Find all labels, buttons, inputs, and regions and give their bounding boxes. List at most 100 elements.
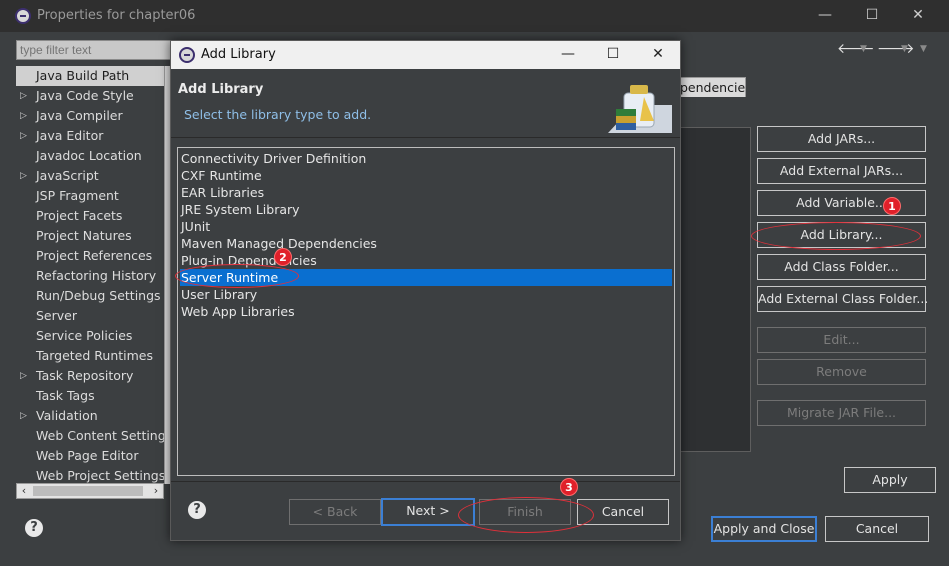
dialog-titlebar: Add Library — ☐ ✕ <box>171 41 680 69</box>
close-icon[interactable]: ✕ <box>903 5 933 25</box>
nav-item-label: Web Page Editor <box>36 448 139 463</box>
nav-item-label: Java Code Style <box>36 88 134 103</box>
add-jars-button[interactable]: Add JARs... <box>757 126 926 152</box>
nav-item[interactable]: ▷ Java Editor <box>16 126 166 146</box>
nav-item-label: Project Natures <box>36 228 132 243</box>
scroll-right-icon[interactable]: › <box>149 484 163 498</box>
library-list-item[interactable]: Connectivity Driver Definition <box>180 150 672 167</box>
nav-item[interactable]: ▷ Validation <box>16 406 166 426</box>
nav-item-label: Server <box>36 308 77 323</box>
nav-item-label: Project References <box>36 248 153 263</box>
nav-item-label: Targeted Runtimes <box>36 348 153 363</box>
properties-title: Properties for chapter06 <box>37 8 196 23</box>
dialog-subtitle: Select the library type to add. <box>184 107 372 122</box>
nav-item-label: Web Project Settings <box>36 468 166 483</box>
expand-arrow-icon[interactable]: ▷ <box>20 366 27 386</box>
dialog-close-icon[interactable]: ✕ <box>643 46 673 62</box>
scroll-left-icon[interactable]: ‹ <box>17 484 31 498</box>
forward-dropdown-icon[interactable]: ▼ <box>901 44 908 54</box>
expand-arrow-icon[interactable]: ▷ <box>20 406 27 426</box>
nav-item[interactable]: ▷ JavaScript <box>16 166 166 186</box>
jars-list[interactable] <box>680 127 751 452</box>
properties-titlebar: Properties for chapter06 — ☐ ✕ <box>0 0 949 32</box>
nav-item-label: Java Compiler <box>36 108 123 123</box>
migrate-jar-button[interactable]: Migrate JAR File... <box>757 400 926 426</box>
library-list-item[interactable]: CXF Runtime <box>180 167 672 184</box>
dialog-maximize-icon[interactable]: ☐ <box>598 46 628 62</box>
nav-item[interactable]: Web Project Settings <box>16 466 166 484</box>
add-external-jars-button[interactable]: Add External JARs... <box>757 158 926 184</box>
nav-item-label: Java Editor <box>36 128 104 143</box>
library-list-item[interactable]: JRE System Library <box>180 201 672 218</box>
nav-item[interactable]: Web Page Editor <box>16 446 166 466</box>
library-list-item[interactable]: JUnit <box>180 218 672 235</box>
minimize-icon[interactable]: — <box>810 5 840 25</box>
nav-item-label: Run/Debug Settings <box>36 288 161 303</box>
nav-item-label: Task Repository <box>36 368 134 383</box>
nav-item[interactable]: ▷ Java Compiler <box>16 106 166 126</box>
nav-item-label: Task Tags <box>36 388 95 403</box>
dialog-heading: Add Library <box>178 82 264 97</box>
expand-arrow-icon[interactable]: ▷ <box>20 166 27 186</box>
dialog-divider <box>171 481 680 482</box>
library-type-list[interactable]: Connectivity Driver Definition CXF Runtim… <box>177 147 675 476</box>
add-external-class-folder-button[interactable]: Add External Class Folder... <box>757 286 928 312</box>
nav-item[interactable]: Run/Debug Settings <box>16 286 166 306</box>
outer-cancel-button[interactable]: Cancel <box>825 516 929 542</box>
scroll-thumb[interactable] <box>33 486 143 496</box>
expand-arrow-icon[interactable]: ▷ <box>20 126 27 146</box>
annotation-badge-3: 3 <box>560 478 578 496</box>
nav-item[interactable]: Web Content Settings <box>16 426 166 446</box>
nav-item[interactable]: Project Natures <box>16 226 166 246</box>
nav-item[interactable]: Javadoc Location <box>16 146 166 166</box>
forward-nav-icon[interactable]: 🡒 <box>877 40 915 57</box>
expand-arrow-icon[interactable]: ▷ <box>20 106 27 126</box>
add-class-folder-button[interactable]: Add Class Folder... <box>757 254 926 280</box>
library-list-item[interactable]: EAR Libraries <box>180 184 672 201</box>
help-icon[interactable]: ? <box>25 519 43 537</box>
nav-item-label: JavaScript <box>36 168 99 183</box>
nav-item[interactable]: Project Facets <box>16 206 166 226</box>
nav-item[interactable]: Java Build Path <box>16 66 166 86</box>
edit-button[interactable]: Edit... <box>757 327 926 353</box>
expand-arrow-icon[interactable]: ▷ <box>20 86 27 106</box>
back-dropdown-icon[interactable]: ▼ <box>860 44 867 54</box>
back-nav-icon[interactable]: 🡐 <box>837 40 875 57</box>
nav-item[interactable]: ▷ Java Code Style <box>16 86 166 106</box>
library-list-item[interactable]: Web App Libraries <box>180 303 672 320</box>
dialog-header: Add Library Select the library type to a… <box>171 69 680 138</box>
eclipse-icon <box>179 47 195 63</box>
add-library-dialog: Add Library — ☐ ✕ Add Library Select the… <box>170 40 681 541</box>
nav-horizontal-scrollbar[interactable]: ‹ › <box>16 483 164 499</box>
library-list-item[interactable]: User Library <box>180 286 672 303</box>
view-menu-icon[interactable]: ▼ <box>920 44 927 54</box>
nav-item[interactable]: JSP Fragment <box>16 186 166 206</box>
nav-item-label: Refactoring History <box>36 268 157 283</box>
back-button[interactable]: < Back <box>289 499 381 525</box>
nav-item[interactable]: Refactoring History <box>16 266 166 286</box>
annotation-badge-1: 1 <box>883 197 901 215</box>
nav-item-label: Java Build Path <box>36 68 130 83</box>
nav-item[interactable]: Project References <box>16 246 166 266</box>
library-list-item[interactable]: Maven Managed Dependencies <box>180 235 672 252</box>
nav-item-label: Web Content Settings <box>36 428 166 443</box>
apply-and-close-button[interactable]: Apply and Close <box>711 516 817 542</box>
nav-item[interactable]: Server <box>16 306 166 326</box>
filter-input[interactable] <box>16 40 172 60</box>
nav-item[interactable]: ▷ Task Repository <box>16 366 166 386</box>
dialog-help-icon[interactable]: ? <box>188 501 206 519</box>
dialog-title: Add Library <box>201 47 276 62</box>
apply-button[interactable]: Apply <box>844 467 936 493</box>
maximize-icon[interactable]: ☐ <box>857 5 887 25</box>
nav-item[interactable]: Targeted Runtimes <box>16 346 166 366</box>
nav-item-label: Project Facets <box>36 208 123 223</box>
annotation-ring-finish <box>458 497 594 533</box>
nav-item[interactable]: Task Tags <box>16 386 166 406</box>
remove-button[interactable]: Remove <box>757 359 926 385</box>
nav-item[interactable]: Service Policies <box>16 326 166 346</box>
tab-order-and-export[interactable]: pendencies <box>677 77 746 97</box>
annotation-ring-add-library <box>751 222 921 250</box>
dialog-minimize-icon[interactable]: — <box>553 46 583 62</box>
eclipse-icon <box>15 8 31 24</box>
annotation-badge-2: 2 <box>274 248 292 266</box>
